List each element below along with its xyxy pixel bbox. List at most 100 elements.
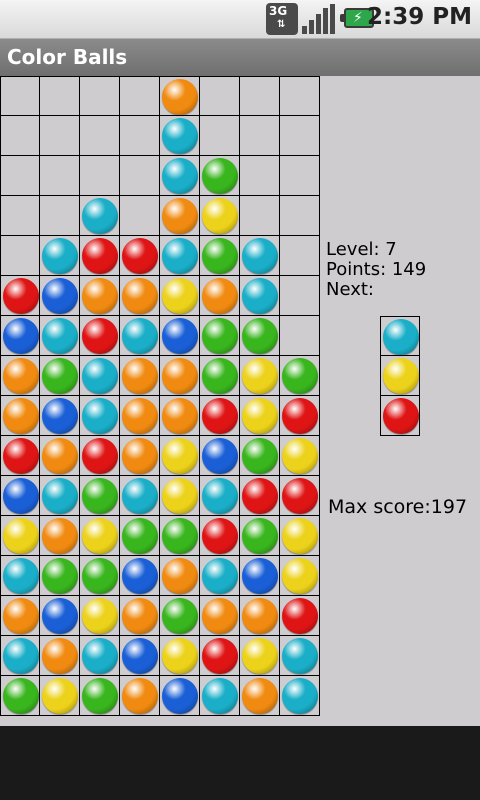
ball-orange[interactable] xyxy=(162,398,198,434)
ball-green[interactable] xyxy=(202,158,238,194)
ball-cyan[interactable] xyxy=(82,398,118,434)
ball-orange[interactable] xyxy=(242,598,278,634)
ball-orange[interactable] xyxy=(162,358,198,394)
board-cell[interactable] xyxy=(120,516,160,556)
board-cell[interactable] xyxy=(280,76,320,116)
ball-cyan[interactable] xyxy=(242,238,278,274)
board-cell[interactable] xyxy=(40,116,80,156)
ball-green[interactable] xyxy=(242,318,278,354)
board-cell[interactable] xyxy=(280,156,320,196)
ball-yellow[interactable] xyxy=(42,678,78,714)
ball-green[interactable] xyxy=(82,678,118,714)
board-cell[interactable] xyxy=(240,76,280,116)
board-cell[interactable] xyxy=(80,196,120,236)
ball-cyan[interactable] xyxy=(162,118,198,154)
board-cell[interactable] xyxy=(40,636,80,676)
ball-orange[interactable] xyxy=(122,598,158,634)
board-cell[interactable] xyxy=(40,196,80,236)
board-cell[interactable] xyxy=(80,116,120,156)
board-cell[interactable] xyxy=(280,476,320,516)
board-cell[interactable] xyxy=(0,676,40,716)
board-cell[interactable] xyxy=(40,556,80,596)
board-cell[interactable] xyxy=(160,276,200,316)
board-cell[interactable] xyxy=(200,556,240,596)
ball-red[interactable] xyxy=(3,278,39,314)
board-cell[interactable] xyxy=(80,276,120,316)
ball-yellow[interactable] xyxy=(242,398,278,434)
board-cell[interactable] xyxy=(240,116,280,156)
ball-cyan[interactable] xyxy=(202,478,238,514)
ball-orange[interactable] xyxy=(3,598,39,634)
board-cell[interactable] xyxy=(160,556,200,596)
board-cell[interactable] xyxy=(120,156,160,196)
board-cell[interactable] xyxy=(40,596,80,636)
board-cell[interactable] xyxy=(120,196,160,236)
ball-orange[interactable] xyxy=(42,438,78,474)
board-cell[interactable] xyxy=(80,76,120,116)
board-cell[interactable] xyxy=(40,476,80,516)
ball-yellow[interactable] xyxy=(282,558,318,594)
board-cell[interactable] xyxy=(0,276,40,316)
board-cell[interactable] xyxy=(120,676,160,716)
board-cell[interactable] xyxy=(240,436,280,476)
ball-cyan[interactable] xyxy=(282,638,318,674)
board-cell[interactable] xyxy=(0,356,40,396)
board-cell[interactable] xyxy=(80,156,120,196)
ball-cyan[interactable] xyxy=(82,638,118,674)
ball-yellow[interactable] xyxy=(242,358,278,394)
board-cell[interactable] xyxy=(40,436,80,476)
board-cell[interactable] xyxy=(0,556,40,596)
board-cell[interactable] xyxy=(120,236,160,276)
ball-blue[interactable] xyxy=(3,318,39,354)
ball-yellow[interactable] xyxy=(82,598,118,634)
ball-orange[interactable] xyxy=(162,79,198,115)
ball-red[interactable] xyxy=(282,598,318,634)
ball-red[interactable] xyxy=(282,478,318,514)
board-cell[interactable] xyxy=(240,676,280,716)
board-cell[interactable] xyxy=(0,156,40,196)
board-cell[interactable] xyxy=(240,316,280,356)
board-cell[interactable] xyxy=(160,596,200,636)
board-cell[interactable] xyxy=(160,436,200,476)
ball-red[interactable] xyxy=(202,518,238,554)
board-cell[interactable] xyxy=(160,236,200,276)
board-cell[interactable] xyxy=(0,476,40,516)
board-cell[interactable] xyxy=(280,196,320,236)
board-cell[interactable] xyxy=(240,636,280,676)
board-cell[interactable] xyxy=(200,396,240,436)
board-cell[interactable] xyxy=(40,236,80,276)
ball-orange[interactable] xyxy=(202,598,238,634)
ball-green[interactable] xyxy=(42,558,78,594)
ball-blue[interactable] xyxy=(42,278,78,314)
board-cell[interactable] xyxy=(80,316,120,356)
board-cell[interactable] xyxy=(280,396,320,436)
board-cell[interactable] xyxy=(280,436,320,476)
ball-green[interactable] xyxy=(242,518,278,554)
board-cell[interactable] xyxy=(160,676,200,716)
ball-yellow[interactable] xyxy=(242,638,278,674)
ball-orange[interactable] xyxy=(3,358,39,394)
ball-orange[interactable] xyxy=(122,398,158,434)
board-cell[interactable] xyxy=(120,596,160,636)
ball-yellow[interactable] xyxy=(202,198,238,234)
board-cell[interactable] xyxy=(160,516,200,556)
ball-green[interactable] xyxy=(162,598,198,634)
board-cell[interactable] xyxy=(120,436,160,476)
ball-orange[interactable] xyxy=(3,398,39,434)
ball-orange[interactable] xyxy=(202,278,238,314)
ball-cyan[interactable] xyxy=(3,558,39,594)
board-cell[interactable] xyxy=(40,156,80,196)
board-cell[interactable] xyxy=(0,76,40,116)
board-cell[interactable] xyxy=(80,476,120,516)
board-cell[interactable] xyxy=(120,356,160,396)
ball-green[interactable] xyxy=(42,358,78,394)
ball-orange[interactable] xyxy=(122,278,158,314)
ball-cyan[interactable] xyxy=(122,318,158,354)
board-cell[interactable] xyxy=(80,596,120,636)
board-cell[interactable] xyxy=(280,276,320,316)
board-cell[interactable] xyxy=(160,476,200,516)
ball-yellow[interactable] xyxy=(162,638,198,674)
board-cell[interactable] xyxy=(160,636,200,676)
board-cell[interactable] xyxy=(280,676,320,716)
board-cell[interactable] xyxy=(80,636,120,676)
